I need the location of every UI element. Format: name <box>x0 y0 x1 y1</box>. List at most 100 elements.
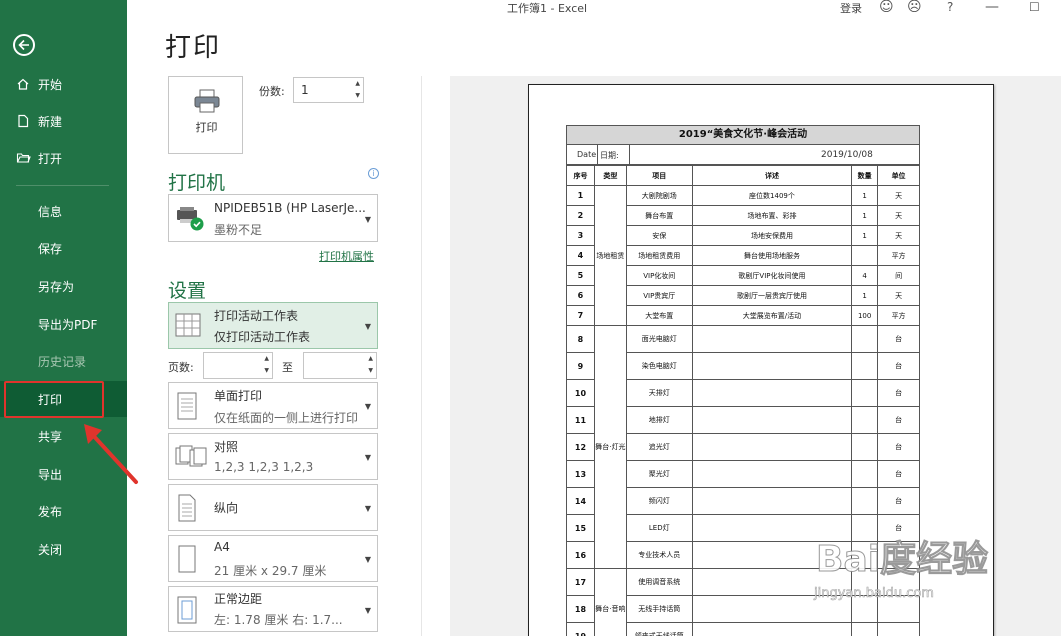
table-cell: 12 <box>566 433 595 461</box>
table-cell: 6 <box>566 285 595 306</box>
print-button[interactable]: 打印 <box>168 76 243 154</box>
scope-sub: 仅打印活动工作表 <box>214 330 311 344</box>
table-cell: 4 <box>851 265 879 286</box>
table-cell: 9 <box>566 352 595 380</box>
spin-up-icon[interactable]: ▲ <box>355 81 360 87</box>
table-cell <box>691 460 853 488</box>
page-title: 打印 <box>165 33 222 63</box>
nav-item-new[interactable]: 新建 <box>0 103 127 139</box>
table-row: 8 舞台·灯光 面光电脑灯台 <box>566 325 920 569</box>
table-cell <box>851 622 879 636</box>
smile-feedback-icon[interactable]: ☺ <box>879 0 894 14</box>
column-header: 类型 <box>593 165 627 186</box>
info-icon[interactable]: i <box>368 168 379 179</box>
nav-item-label: 关闭 <box>38 542 63 557</box>
table-cell: 14 <box>566 487 595 515</box>
table-cell: 使用调音系统 <box>625 568 693 596</box>
table-cell: 领夹式无线话筒 <box>625 622 693 636</box>
nav-divider <box>16 185 109 186</box>
chevron-down-icon: ▼ <box>364 555 371 564</box>
printer-name: NPIDEB51B (HP LaserJe... <box>214 201 366 215</box>
table-cell: 天 <box>877 285 920 306</box>
table-cell: 歌剧厅一层贵宾厅使用 <box>691 285 853 306</box>
nav-item-open[interactable]: 打开 <box>0 140 127 176</box>
spin-up-icon[interactable]: ▲ <box>264 356 269 362</box>
table-cell: 台 <box>877 406 920 434</box>
maximize-icon[interactable]: ☐ <box>1029 0 1040 14</box>
pages-to-input[interactable]: ▲ ▼ <box>303 352 377 379</box>
table-cell: LED灯 <box>625 514 693 542</box>
nav-item-export-pdf[interactable]: 导出为PDF <box>0 306 127 342</box>
collate-dropdown[interactable]: 对照 1,2,3 1,2,3 1,2,3 ▼ <box>168 433 378 480</box>
orientation-value: 纵向 <box>214 501 239 515</box>
paper-main: A4 <box>214 540 230 554</box>
single-side-page-icon <box>177 392 197 420</box>
margins-dropdown[interactable]: 正常边距 左: 1.78 厘米 右: 1.7... ▼ <box>168 586 378 632</box>
table-cell: 场地布置、彩排 <box>691 205 853 226</box>
nav-item-info[interactable]: 信息 <box>0 193 127 229</box>
printer-dropdown[interactable]: NPIDEB51B (HP LaserJe... 墨粉不足 ▼ <box>168 194 378 242</box>
nav-item-label: 开始 <box>38 77 63 92</box>
print-scope-dropdown[interactable]: 打印活动工作表 仅打印活动工作表 ▼ <box>168 302 378 349</box>
spin-down-icon[interactable]: ▼ <box>264 368 269 374</box>
margins-icon <box>177 596 197 624</box>
panel-divider <box>421 76 422 636</box>
table-cell: 追光灯 <box>625 433 693 461</box>
nav-item-print[interactable]: 打印 <box>0 381 127 417</box>
spin-down-icon[interactable]: ▼ <box>368 368 373 374</box>
spin-up-icon[interactable]: ▲ <box>368 356 373 362</box>
nav-item-label: 另存为 <box>38 279 75 294</box>
back-arrow-icon[interactable] <box>13 34 35 56</box>
sides-main: 单面打印 <box>214 389 263 403</box>
nav-item-label: 新建 <box>38 114 63 129</box>
table-cell: 场地安保费用 <box>691 225 853 246</box>
chevron-down-icon: ▼ <box>364 215 371 224</box>
minimize-icon[interactable]: — <box>985 0 999 14</box>
copies-stepper[interactable]: 1 ▲ ▼ <box>293 77 364 103</box>
nav-item-close[interactable]: 关闭 <box>0 531 127 567</box>
table-cell: 5 <box>566 265 595 286</box>
table-cell <box>851 406 879 434</box>
nav-item-home[interactable]: 开始 <box>0 66 127 102</box>
table-cell <box>691 352 853 380</box>
printer-status: 墨粉不足 <box>214 223 263 237</box>
chevron-down-icon: ▼ <box>364 504 371 513</box>
frown-feedback-icon[interactable]: ☹ <box>907 0 922 14</box>
settings-heading: 设置 <box>168 280 207 302</box>
nav-item-save[interactable]: 保存 <box>0 230 127 266</box>
pages-from-input[interactable]: ▲ ▼ <box>203 352 273 379</box>
table-cell: 台 <box>877 487 920 515</box>
nav-item-label: 信息 <box>38 204 63 219</box>
table-cell <box>851 325 879 353</box>
nav-item-label: 导出为PDF <box>38 317 98 332</box>
table-cell: 10 <box>566 379 595 407</box>
nav-item-label: 打印 <box>38 392 63 407</box>
help-icon[interactable]: ? <box>947 0 953 14</box>
table-cell <box>851 245 879 266</box>
nav-item-publish[interactable]: 发布 <box>0 493 127 529</box>
print-button-label: 打印 <box>195 121 218 134</box>
nav-item-label: 保存 <box>38 241 63 256</box>
table-cell: 1 <box>851 205 879 226</box>
column-header: 详述 <box>691 165 853 186</box>
chevron-down-icon: ▼ <box>364 606 371 615</box>
table-cell <box>691 379 853 407</box>
chevron-down-icon: ▼ <box>364 402 371 411</box>
table-cell: 座位数1409个 <box>691 185 853 206</box>
table-cell: 天 <box>877 185 920 206</box>
nav-item-save-as[interactable]: 另存为 <box>0 268 127 304</box>
table-cell <box>851 487 879 515</box>
column-header: 数量 <box>851 165 879 186</box>
table-cell: 大堂布置 <box>625 305 693 326</box>
login-link[interactable]: 登录 <box>840 0 862 16</box>
table-cell: 1 <box>566 185 595 206</box>
orientation-dropdown[interactable]: 纵向 ▼ <box>168 484 378 531</box>
portrait-page-icon <box>178 494 196 522</box>
sides-dropdown[interactable]: 单面打印 仅在纸面的一侧上进行打印 ▼ <box>168 382 378 429</box>
column-header: 项目 <box>625 165 693 186</box>
printer-properties-link[interactable]: 打印机属性 <box>319 248 374 264</box>
nav-item-history[interactable]: 历史记录 <box>0 343 127 379</box>
table-cell <box>691 406 853 434</box>
spin-down-icon[interactable]: ▼ <box>355 93 360 99</box>
paper-size-dropdown[interactable]: A4 21 厘米 x 29.7 厘米 ▼ <box>168 535 378 582</box>
